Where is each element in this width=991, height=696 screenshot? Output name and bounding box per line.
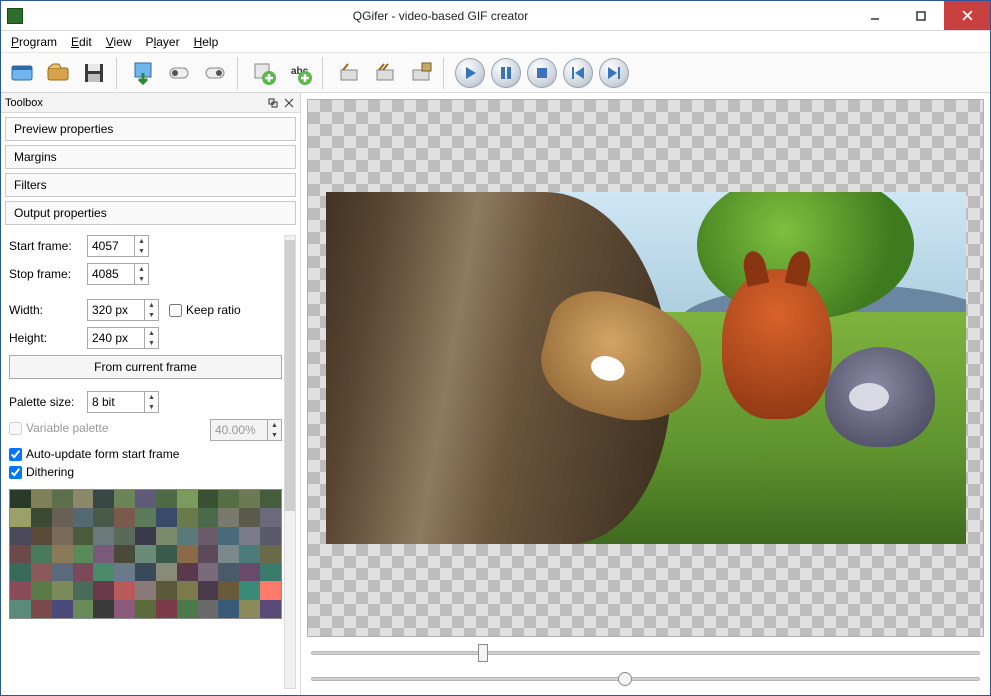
- variable-palette-pct-spin: ▲▼: [210, 419, 282, 441]
- spin-arrows-icon[interactable]: ▲▼: [144, 328, 158, 348]
- video-frame: [326, 192, 966, 544]
- stop-button[interactable]: [525, 56, 559, 90]
- start-frame-spin[interactable]: ▲▼: [87, 235, 149, 257]
- dithering-label: Dithering: [26, 465, 74, 479]
- pause-icon: [491, 58, 521, 88]
- dithering-checkbox[interactable]: [9, 466, 22, 479]
- keep-ratio-label: Keep ratio: [186, 303, 241, 317]
- toolbox-title-label: Toolbox: [5, 97, 43, 109]
- video-preview: [307, 99, 984, 637]
- next-frame-button[interactable]: [597, 56, 631, 90]
- menu-view[interactable]: View: [100, 35, 138, 49]
- minimize-button[interactable]: [852, 1, 898, 30]
- variable-palette-pct-input: [211, 423, 267, 437]
- start-frame-label: Start frame:: [9, 239, 87, 253]
- insert-object-button[interactable]: [247, 56, 281, 90]
- width-input[interactable]: [88, 303, 144, 317]
- spin-arrows-icon: ▲▼: [267, 420, 281, 440]
- set-start-button[interactable]: [162, 56, 196, 90]
- width-spin[interactable]: ▲▼: [87, 299, 159, 321]
- spin-arrows-icon[interactable]: ▲▼: [134, 236, 148, 256]
- title-bar: QGifer - video-based GIF creator: [1, 1, 990, 31]
- panel-output-properties[interactable]: Output properties: [5, 201, 296, 225]
- play-button[interactable]: [453, 56, 487, 90]
- height-input[interactable]: [88, 331, 144, 345]
- variable-palette-label: Variable palette: [26, 421, 109, 435]
- menu-player[interactable]: Player: [140, 35, 186, 49]
- effect2-button[interactable]: [368, 56, 402, 90]
- save-button[interactable]: [77, 56, 111, 90]
- output-panel-body: Start frame: ▲▼ Stop frame: ▲▼: [1, 229, 300, 695]
- spin-arrows-icon[interactable]: ▲▼: [134, 264, 148, 284]
- toolbox-close-button[interactable]: [282, 96, 296, 110]
- app-icon: [7, 8, 23, 24]
- height-spin[interactable]: ▲▼: [87, 327, 159, 349]
- palette-size-spin[interactable]: ▲▼: [87, 391, 159, 413]
- maximize-button[interactable]: [898, 1, 944, 30]
- stop-frame-input[interactable]: [88, 267, 134, 281]
- variable-palette-checkbox: [9, 422, 22, 435]
- content: Toolbox Preview properties Margins Filte…: [1, 93, 990, 695]
- player-position-slider[interactable]: [307, 643, 984, 663]
- menu-edit[interactable]: Edit: [65, 35, 98, 49]
- palette-size-label: Palette size:: [9, 395, 87, 409]
- preview-area: [301, 93, 990, 695]
- set-stop-button[interactable]: [198, 56, 232, 90]
- open-video-button[interactable]: [5, 56, 39, 90]
- play-icon: [455, 58, 485, 88]
- effect3-button[interactable]: [404, 56, 438, 90]
- palette-size-input[interactable]: [88, 395, 144, 409]
- skip-back-icon: [563, 58, 593, 88]
- skip-forward-icon: [599, 58, 629, 88]
- prev-frame-button[interactable]: [561, 56, 595, 90]
- close-button[interactable]: [944, 1, 990, 30]
- auto-update-checkbox[interactable]: [9, 448, 22, 461]
- panel-filters[interactable]: Filters: [5, 173, 296, 197]
- palette-preview: [9, 489, 282, 619]
- height-label: Height:: [9, 331, 87, 345]
- toolbox-titlebar: Toolbox: [1, 93, 300, 113]
- spin-arrows-icon[interactable]: ▲▼: [144, 300, 158, 320]
- open-project-button[interactable]: [41, 56, 75, 90]
- player-range-slider[interactable]: [307, 669, 984, 689]
- stop-frame-label: Stop frame:: [9, 267, 87, 281]
- menu-bar: Program Edit View Player Help: [1, 31, 990, 53]
- width-label: Width:: [9, 303, 87, 317]
- pause-button[interactable]: [489, 56, 523, 90]
- window-title: QGifer - video-based GIF creator: [29, 9, 852, 23]
- panel-preview-properties[interactable]: Preview properties: [5, 117, 296, 141]
- panel-margins[interactable]: Margins: [5, 145, 296, 169]
- toolbox-scrollbar[interactable]: [284, 235, 296, 689]
- spin-arrows-icon[interactable]: ▲▼: [144, 392, 158, 412]
- start-frame-input[interactable]: [88, 239, 134, 253]
- toolbar: abc: [1, 53, 990, 93]
- menu-program[interactable]: Program: [5, 35, 63, 49]
- effect1-button[interactable]: [332, 56, 366, 90]
- from-current-frame-button[interactable]: From current frame: [9, 355, 282, 379]
- insert-text-button[interactable]: abc: [283, 56, 317, 90]
- app-window: QGifer - video-based GIF creator Program…: [0, 0, 991, 696]
- menu-help[interactable]: Help: [188, 35, 225, 49]
- toolbox-float-button[interactable]: [266, 96, 280, 110]
- auto-update-label: Auto-update form start frame: [26, 447, 179, 461]
- keep-ratio-checkbox[interactable]: [169, 304, 182, 317]
- stop-frame-spin[interactable]: ▲▼: [87, 263, 149, 285]
- toolbox-panel: Toolbox Preview properties Margins Filte…: [1, 93, 301, 695]
- extract-gif-button[interactable]: [126, 56, 160, 90]
- stop-icon: [527, 58, 557, 88]
